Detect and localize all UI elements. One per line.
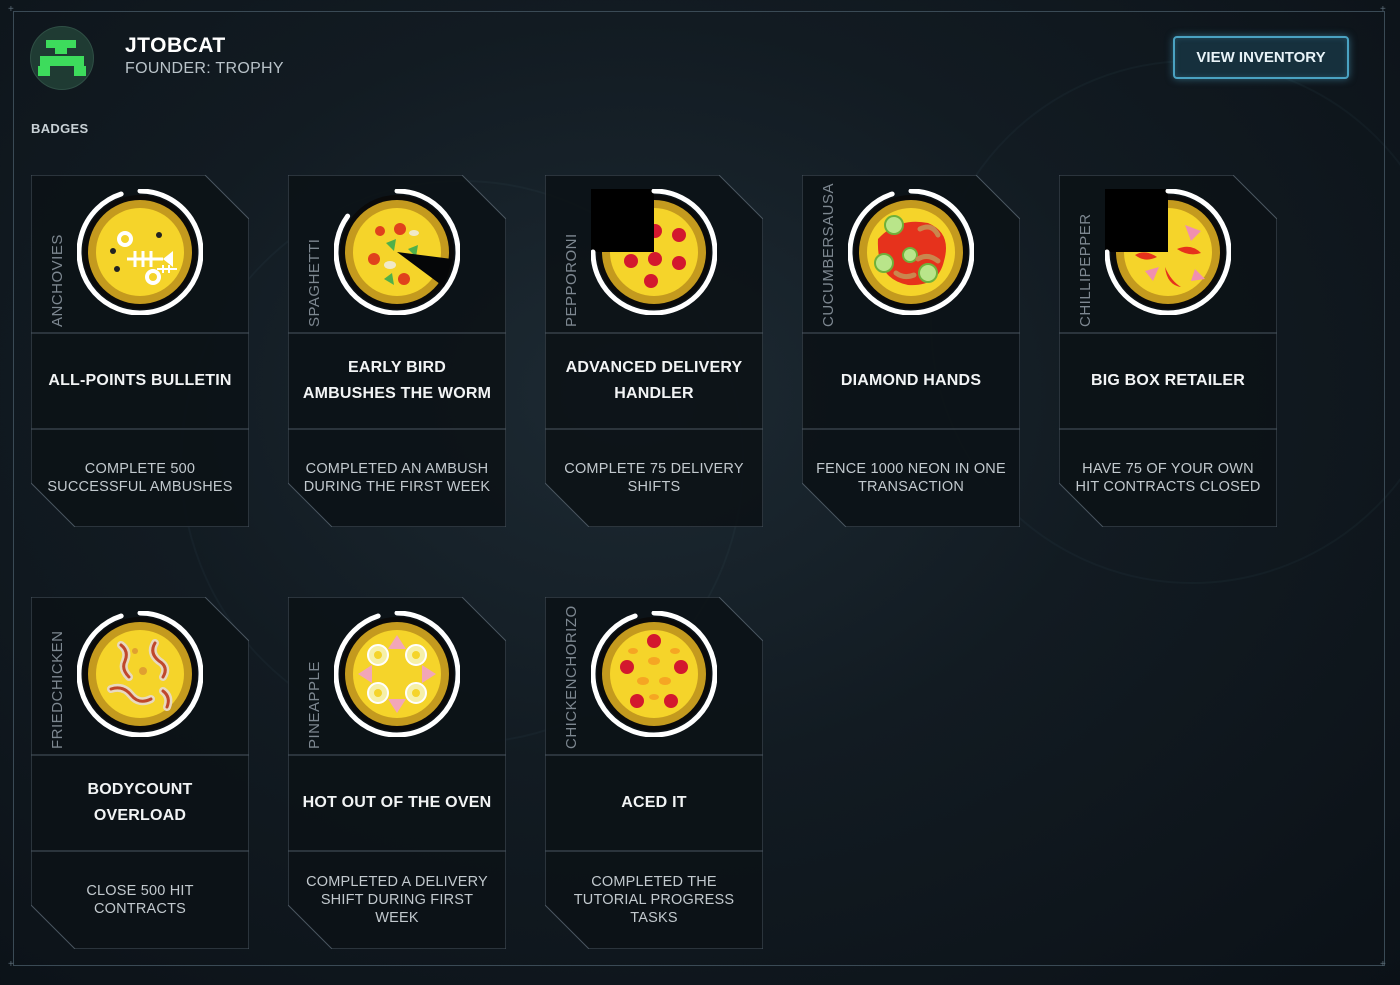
badge-icon-wrap: [333, 188, 461, 316]
badge-description: COMPLETE 75 DELIVERY SHIFTS: [564, 461, 744, 495]
badge-icon-wrap: [333, 610, 461, 738]
founder-status: FOUNDER: TROPHY: [125, 60, 284, 77]
badge-category: ANCHOVIES: [49, 234, 66, 327]
badge-category: CHILLIPEPPER: [1077, 213, 1094, 327]
badge-description: FENCE 1000 NEON IN ONE TRANSACTION: [816, 461, 1006, 495]
badge-category: SPAGHETTI: [306, 238, 323, 327]
username: JTOBCAT: [125, 34, 226, 57]
badge-title: ALL-POINTS BULLETIN: [48, 372, 232, 389]
badge-icon-wrap: [590, 610, 718, 738]
corner-plus-icon: +: [8, 959, 14, 970]
badge-title: ADVANCED DELIVERY HANDLER: [565, 359, 743, 402]
badge-card-anchovies[interactable]: ANCHOVIES ALL-POINTS BULLETIN COMPLETE 5…: [31, 175, 249, 527]
badge-title: ACED IT: [621, 794, 687, 811]
badge-title: BIG BOX RETAILER: [1090, 372, 1246, 389]
view-inventory-button[interactable]: VIEW INVENTORY: [1173, 36, 1349, 79]
badge-description: COMPLETE 500 SUCCESSFUL AMBUSHES: [47, 461, 233, 495]
badge-card-pepporoni[interactable]: PEPPORONI ADVANCED DELIVERY HANDLER COMP…: [545, 175, 763, 527]
badge-card-chillipepper[interactable]: CHILLIPEPPER BIG BOX RETAILER HAVE 75 OF…: [1059, 175, 1277, 527]
badge-title: HOT OUT OF THE OVEN: [302, 794, 492, 811]
corner-plus-icon: +: [8, 4, 14, 15]
badge-category: FRIEDCHICKEN: [49, 630, 66, 749]
badge-description: HAVE 75 OF YOUR OWN HIT CONTRACTS CLOSED: [1075, 461, 1261, 495]
badge-title: EARLY BIRD AMBUSHES THE WORM: [302, 359, 492, 402]
badge-description: COMPLETED AN AMBUSH DURING THE FIRST WEE…: [303, 461, 491, 495]
pepperoni-pizza-icon: [590, 188, 718, 316]
badge-icon-wrap: [590, 188, 718, 316]
badge-card-friedchicken[interactable]: FRIEDCHICKEN BODYCOUNT OVERLOAD CLOSE 50…: [31, 597, 249, 949]
badge-title: BODYCOUNT OVERLOAD: [87, 781, 193, 824]
badge-title: DIAMOND HANDS: [840, 372, 982, 389]
badges-section-label: BADGES: [31, 121, 89, 136]
cucumber-sausage-pizza-icon: [847, 188, 975, 316]
spaghetti-pizza-icon: [333, 188, 461, 316]
badge-icon-wrap: [847, 188, 975, 316]
corner-plus-icon: +: [1380, 959, 1386, 970]
badge-icon-wrap: [76, 610, 204, 738]
badge-card-spaghetti[interactable]: SPAGHETTI EARLY BIRD AMBUSHES THE WORM C…: [288, 175, 506, 527]
chilli-pepper-pizza-icon: [1104, 188, 1232, 316]
badge-category: CUCUMBERSAUSAGE: [820, 183, 837, 327]
badge-description: CLOSE 500 HIT CONTRACTS: [86, 883, 194, 917]
badge-card-cucumbersausage[interactable]: CUCUMBERSAUSAGE DIAMOND HANDS FENCE 1000…: [802, 175, 1020, 527]
badge-card-pineapple[interactable]: PINEAPPLE HOT OUT OF THE OVEN COMPLETED …: [288, 597, 506, 949]
badge-icon-wrap: [1104, 188, 1232, 316]
anchovies-pizza-icon: [76, 188, 204, 316]
pineapple-pizza-icon: [333, 610, 461, 738]
badge-description: COMPLETED A DELIVERY SHIFT DURING FIRST …: [306, 874, 488, 926]
badge-category: PINEAPPLE: [306, 661, 323, 749]
avatar[interactable]: [30, 26, 94, 90]
corner-plus-icon: +: [1380, 4, 1386, 15]
fried-chicken-pizza-icon: [76, 610, 204, 738]
faction-logo-icon: [38, 40, 86, 76]
chicken-chorizo-pizza-icon: [590, 610, 718, 738]
badge-category: CHICKENCHORIZO: [563, 605, 580, 749]
badge-description: COMPLETED THE TUTORIAL PROGRESS TASKS: [573, 874, 735, 926]
badge-icon-wrap: [76, 188, 204, 316]
badge-card-chickenchorizo[interactable]: CHICKENCHORIZO ACED IT COMPLETED THE TUT…: [545, 597, 763, 949]
badge-category: PEPPORONI: [563, 233, 580, 327]
